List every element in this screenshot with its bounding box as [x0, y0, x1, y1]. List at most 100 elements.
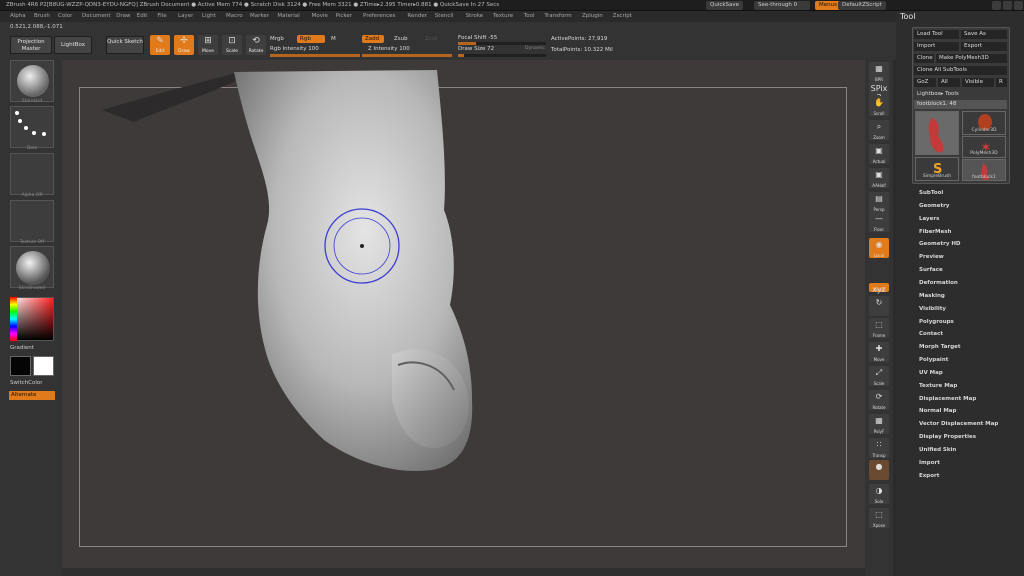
right-tray-button-actual[interactable]: ▣ Actual — [869, 144, 889, 164]
right-tray-button-local[interactable]: ◉ Local — [869, 238, 889, 258]
menu-color[interactable]: Color — [58, 13, 72, 19]
tool-menu-layers[interactable]: Layers — [919, 216, 939, 222]
goz-all-button[interactable]: All — [938, 78, 960, 87]
texture-thumbnail[interactable] — [10, 200, 54, 242]
alpha-thumbnail[interactable] — [10, 153, 54, 195]
draw-size-track[interactable] — [458, 54, 546, 57]
load-tool-button[interactable]: Load Tool — [914, 30, 959, 39]
zsub-toggle[interactable]: Zsub — [394, 36, 408, 42]
maximize-icon[interactable] — [1003, 1, 1012, 10]
tool-menu-geometry[interactable]: Geometry — [919, 203, 949, 209]
goz-r-button[interactable]: R — [996, 78, 1007, 87]
tool-menu-morph-target[interactable]: Morph Target — [919, 344, 961, 350]
sculpt-model[interactable] — [62, 60, 865, 570]
right-tray-button-frame[interactable]: ⬚ Frame — [869, 318, 889, 338]
right-tray-button-zoom[interactable]: ⌕ Zoom — [869, 120, 889, 140]
clone-all-subtools-button[interactable]: Clone All SubTools — [914, 66, 1007, 75]
right-tray-button-xpose[interactable]: ⬚ Xpose — [869, 508, 889, 528]
export-tool-button[interactable]: Export — [961, 42, 1007, 51]
right-tray-button-item-17[interactable]: ● — [869, 460, 889, 480]
material-thumbnail[interactable] — [10, 246, 54, 288]
menu-light[interactable]: Light — [202, 13, 216, 19]
rgb-intensity-track[interactable] — [270, 54, 360, 57]
z-intensity-track[interactable] — [362, 54, 452, 57]
zadd-toggle[interactable]: Zadd — [362, 35, 384, 43]
tool-menu-polygroups[interactable]: Polygroups — [919, 319, 954, 325]
menu-movie[interactable]: Movie — [312, 13, 328, 19]
right-tray-button-persp[interactable]: ▤ Persp — [869, 192, 889, 212]
tool-menu-contact[interactable]: Contact — [919, 331, 943, 337]
import-tool-button[interactable]: Import — [914, 42, 959, 51]
edit-button[interactable]: ✎ Edit — [150, 35, 170, 55]
goz-button[interactable]: GoZ — [914, 78, 936, 87]
menu-stroke[interactable]: Stroke — [466, 13, 484, 19]
dynamic-toggle[interactable]: Dynamic — [525, 46, 545, 51]
lightbox-tools-button[interactable]: Lightbox▸ Tools — [914, 90, 1007, 99]
menu-picker[interactable]: Picker — [336, 13, 352, 19]
close-icon[interactable] — [1014, 1, 1023, 10]
menu-zscript[interactable]: Zscript — [613, 13, 632, 19]
menu-file[interactable]: File — [157, 13, 166, 19]
tool-menu-unified-skin[interactable]: Unified Skin — [919, 447, 956, 453]
tool-menu-export[interactable]: Export — [919, 473, 939, 479]
right-tray-button-rotate[interactable]: ⟳ Rotate — [869, 390, 889, 410]
focal-shift-track[interactable] — [458, 42, 546, 45]
right-tray-button-move[interactable]: ✚ Move — [869, 342, 889, 362]
tool-menu-import[interactable]: Import — [919, 460, 940, 466]
right-tray-button-aahalf[interactable]: ▣ AAHalf — [869, 168, 889, 188]
draw-size-slider[interactable]: Draw Size 72 — [458, 46, 494, 52]
m-toggle[interactable]: M — [331, 36, 336, 42]
tool-menu-uv-map[interactable]: UV Map — [919, 370, 943, 376]
tool-menu-vector-displacement-map[interactable]: Vector Displacement Map — [919, 421, 998, 427]
tool-menu-normal-map[interactable]: Normal Map — [919, 408, 956, 414]
right-tray-button-item-10[interactable]: ↻ — [869, 296, 889, 316]
menu-marker[interactable]: Marker — [250, 13, 269, 19]
main-color-swatch[interactable] — [10, 356, 31, 376]
tool-menu-deformation[interactable]: Deformation — [919, 280, 958, 286]
rotate-button[interactable]: ⟲ Rotate — [246, 35, 266, 55]
menu-preferences[interactable]: Preferences — [363, 13, 395, 19]
alternate-button[interactable]: Alternate — [9, 391, 55, 400]
menu-material[interactable]: Material — [277, 13, 299, 19]
menu-brush[interactable]: Brush — [34, 13, 50, 19]
right-tray-button-polyf[interactable]: ▦ PolyF — [869, 414, 889, 434]
gradient-toggle[interactable]: Gradient — [10, 345, 34, 351]
menu-layer[interactable]: Layer — [178, 13, 193, 19]
tool-thumb-current[interactable] — [915, 111, 959, 155]
lightbox-button[interactable]: LightBox — [54, 36, 92, 54]
goz-visible-button[interactable]: Visible — [962, 78, 994, 87]
switch-color-button[interactable]: SwitchColor — [10, 380, 43, 386]
tool-menu-geometry-hd[interactable]: Geometry HD — [919, 241, 961, 247]
default-zscript-button[interactable]: DefaultZScript — [838, 1, 886, 10]
tool-menu-fibermesh[interactable]: FiberMesh — [919, 229, 951, 235]
right-tray-button-bpr[interactable]: ▦ BPR — [869, 62, 889, 82]
menu-texture[interactable]: Texture — [493, 13, 513, 19]
menu-stencil[interactable]: Stencil — [435, 13, 454, 19]
menu-edit[interactable]: Edit — [137, 13, 148, 19]
tool-palette-title[interactable]: Tool — [900, 12, 916, 21]
menu-alpha[interactable]: Alpha — [10, 13, 26, 19]
menu-zplugin[interactable]: Zplugin — [582, 13, 603, 19]
rgb-intensity-slider[interactable]: Rgb Intensity 100 — [270, 46, 319, 52]
zcut-toggle[interactable]: Zcut — [425, 36, 437, 42]
brush-thumbnail[interactable] — [10, 60, 54, 102]
tool-menu-masking[interactable]: Masking — [919, 293, 945, 299]
menu-macro[interactable]: Macro — [226, 13, 243, 19]
clone-button[interactable]: Clone — [914, 54, 934, 63]
tool-menu-displacement-map[interactable]: Displacement Map — [919, 396, 976, 402]
scale-button[interactable]: ⊡ Scale — [222, 35, 242, 55]
tool-menu-subtool[interactable]: SubTool — [919, 190, 943, 196]
z-intensity-slider[interactable]: Z Intensity 100 — [368, 46, 410, 52]
tool-menu-polypaint[interactable]: Polypaint — [919, 357, 948, 363]
current-tool-slider[interactable]: footblock1. 48 — [914, 100, 1007, 109]
mrgb-toggle[interactable]: Mrgb — [270, 36, 284, 42]
right-tray-button-scroll[interactable]: ✋ Scroll — [869, 96, 889, 116]
tool-menu-surface[interactable]: Surface — [919, 267, 943, 273]
quicksave-button[interactable]: QuickSave — [706, 1, 744, 10]
stroke-thumbnail[interactable] — [10, 106, 54, 148]
tool-menu-display-properties[interactable]: Display Properties — [919, 434, 976, 440]
right-tray-button-transp[interactable]: ∷ Transp — [869, 438, 889, 458]
secondary-color-swatch[interactable] — [33, 356, 54, 376]
draw-button[interactable]: ✢ Draw — [174, 35, 194, 55]
minimize-icon[interactable] — [992, 1, 1001, 10]
